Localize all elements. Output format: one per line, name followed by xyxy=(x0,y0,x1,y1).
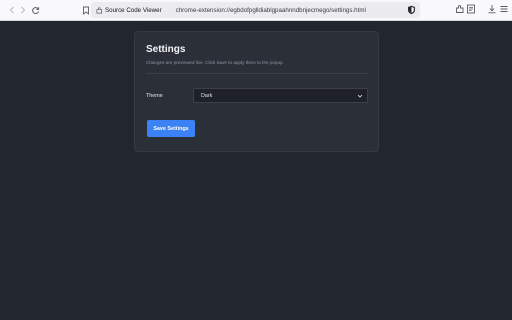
theme-select-value: Dark xyxy=(201,92,213,99)
site-name: Source Code Viewer xyxy=(105,6,162,14)
tracking-protection-icon[interactable] xyxy=(406,5,416,15)
divider xyxy=(146,73,369,74)
site-identity[interactable]: Source Code Viewer xyxy=(96,7,162,14)
menu-icon[interactable] xyxy=(498,3,510,15)
settings-subtitle: Changes are previewed live. Click Save t… xyxy=(146,60,284,65)
page-content: Settings Changes are previewed live. Cli… xyxy=(0,22,512,320)
theme-select[interactable]: Dark xyxy=(193,88,368,103)
reload-icon[interactable] xyxy=(28,3,42,17)
url-text[interactable]: chrome-extension://egbdofpglldiablgpaahn… xyxy=(176,7,366,14)
theme-label: Theme xyxy=(146,93,163,99)
downloads-icon[interactable] xyxy=(486,3,498,15)
page-title: Settings xyxy=(146,44,186,55)
settings-card: Settings Changes are previewed live. Cli… xyxy=(134,31,379,152)
extension-icon xyxy=(96,6,103,13)
url-bar[interactable]: Source Code Viewer chrome-extension://eg… xyxy=(91,2,420,18)
browser-toolbar: Source Code Viewer chrome-extension://eg… xyxy=(0,0,512,21)
save-settings-button[interactable]: Save Settings xyxy=(147,120,195,137)
chevron-down-icon xyxy=(357,94,363,98)
reader-view-icon[interactable] xyxy=(465,3,477,15)
